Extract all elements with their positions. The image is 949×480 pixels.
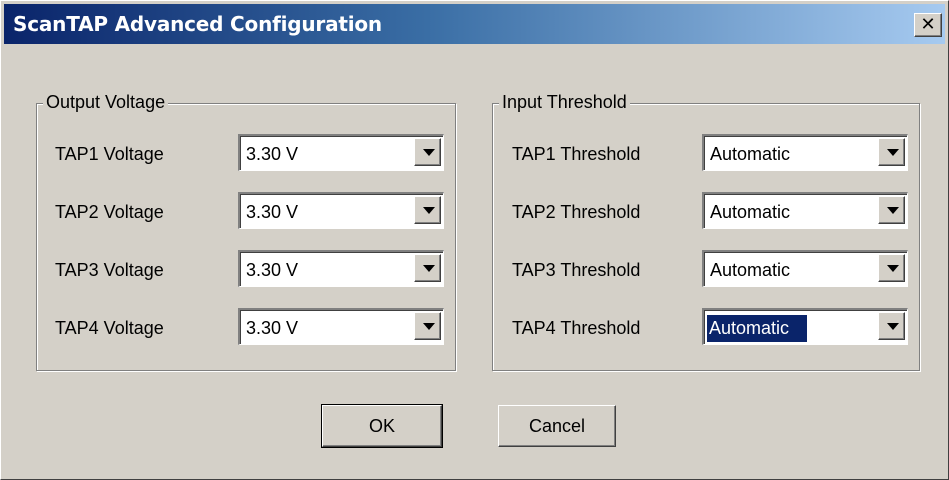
tap3-threshold-value: Automatic — [710, 260, 791, 280]
tap1-voltage-label: TAP1 Voltage — [55, 144, 164, 164]
tap1-threshold-select[interactable]: Automatic — [702, 134, 908, 171]
tap4-threshold-label: TAP4 Threshold — [512, 318, 641, 338]
tap3-voltage-select[interactable]: 3.30 V — [238, 250, 444, 287]
tap4-threshold-select[interactable]: Automatic — [702, 308, 908, 345]
chevron-down-icon[interactable] — [878, 254, 905, 282]
chevron-down-icon[interactable] — [878, 196, 905, 224]
window-title: ScanTAP Advanced Configuration — [13, 12, 382, 36]
tap2-voltage-label: TAP2 Voltage — [55, 202, 164, 222]
input-threshold-legend: Input Threshold — [499, 92, 630, 113]
chevron-down-icon[interactable] — [414, 196, 441, 224]
tap3-threshold-select[interactable]: Automatic — [702, 250, 908, 287]
tap4-threshold-value: Automatic — [707, 315, 808, 342]
tap1-threshold-label: TAP1 Threshold — [512, 144, 641, 164]
tap2-threshold-select[interactable]: Automatic — [702, 192, 908, 229]
output-voltage-legend: Output Voltage — [43, 92, 169, 113]
tap3-voltage-value: 3.30 V — [246, 260, 299, 280]
chevron-down-icon[interactable] — [414, 312, 441, 340]
tap1-threshold-value: Automatic — [710, 144, 791, 164]
tap4-voltage-value: 3.30 V — [246, 318, 299, 338]
chevron-down-icon[interactable] — [414, 138, 441, 166]
close-icon: ✕ — [920, 14, 936, 35]
title-bar[interactable]: ScanTAP Advanced Configuration ✕ — [4, 4, 945, 44]
tap2-threshold-value: Automatic — [710, 202, 791, 222]
close-button[interactable]: ✕ — [914, 13, 942, 37]
tap1-voltage-value: 3.30 V — [246, 144, 299, 164]
tap3-threshold-label: TAP3 Threshold — [512, 260, 641, 280]
tap2-voltage-select[interactable]: 3.30 V — [238, 192, 444, 229]
tap3-voltage-label: TAP3 Voltage — [55, 260, 164, 280]
tap1-voltage-select[interactable]: 3.30 V — [238, 134, 444, 171]
chevron-down-icon[interactable] — [878, 312, 905, 340]
chevron-down-icon[interactable] — [878, 138, 905, 166]
cancel-button[interactable]: Cancel — [498, 405, 616, 447]
tap4-voltage-select[interactable]: 3.30 V — [238, 308, 444, 345]
chevron-down-icon[interactable] — [414, 254, 441, 282]
tap2-threshold-label: TAP2 Threshold — [512, 202, 641, 222]
tap2-voltage-value: 3.30 V — [246, 202, 299, 222]
tap4-voltage-label: TAP4 Voltage — [55, 318, 164, 338]
ok-button[interactable]: OK — [321, 404, 443, 448]
